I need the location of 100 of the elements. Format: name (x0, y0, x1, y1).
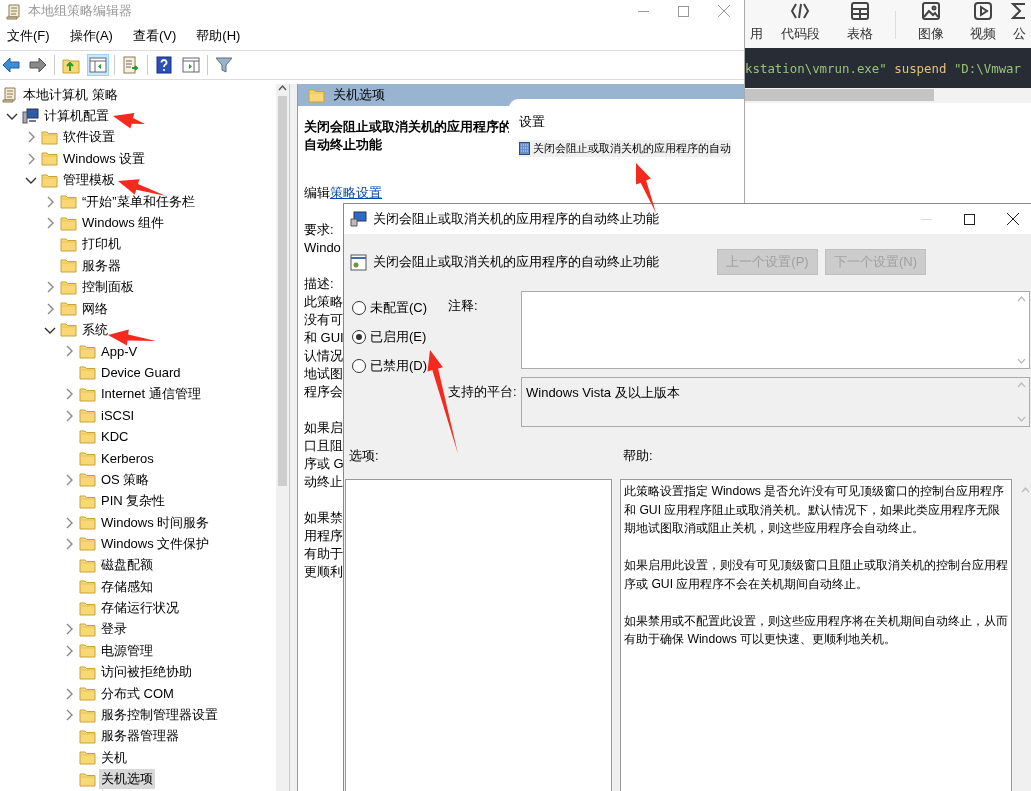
forward-arrow-icon[interactable] (29, 56, 47, 74)
tree-item[interactable]: Device Guard (99, 364, 183, 382)
toolbar-label[interactable]: 代码段 (780, 25, 820, 43)
scrollbar-thumb[interactable] (745, 89, 934, 101)
tree-item[interactable]: 关机 (99, 747, 129, 768)
tree-item[interactable]: “开始”菜单和任务栏 (80, 191, 197, 212)
toolbar-label[interactable]: 图像 (918, 25, 944, 43)
tree-item[interactable]: Windows 组件 (80, 213, 167, 234)
folder-icon (79, 643, 96, 659)
scrollbar[interactable] (276, 84, 289, 791)
tree-item[interactable]: 系统 (80, 320, 110, 340)
description-line: 更顺利 (304, 563, 343, 581)
platform-label: 支持的平台: (448, 383, 518, 401)
policy-settings-link[interactable]: 策略设置 (330, 185, 382, 200)
maximize-icon[interactable] (964, 213, 975, 225)
tree-item[interactable]: Windows 时间服务 (99, 512, 212, 533)
description-line: 此策略 (304, 293, 343, 311)
folder-icon (60, 322, 77, 338)
annotation-arrow (118, 179, 166, 196)
radio-label[interactable]: 已启用(E) (370, 328, 427, 346)
tree-item[interactable]: 本地计算机 策略 (21, 84, 120, 105)
folder-icon (79, 664, 96, 680)
tree-item[interactable]: 电源管理 (99, 640, 155, 661)
dialog-title: 关闭会阻止或取消关机的应用程序的自动终止功能 (373, 210, 660, 228)
folder-icon (41, 129, 58, 145)
folder-icon (60, 236, 77, 252)
tree-item[interactable]: 控制面板 (80, 277, 136, 298)
window-title: 本地组策略编辑器 (28, 2, 133, 20)
tree-item[interactable]: 关机选项 (99, 769, 155, 790)
computer-icon (22, 108, 39, 125)
folder-icon (79, 493, 96, 509)
tree-item[interactable]: Windows 设置 (61, 148, 148, 169)
folder-icon (79, 429, 96, 445)
tree-item[interactable]: 打印机 (80, 234, 123, 255)
requirements-label: 要求: (304, 221, 334, 239)
tree-item[interactable]: Windows 文件保护 (99, 533, 212, 554)
menu-item[interactable]: 操作(A) (64, 25, 118, 47)
tree-pane-icon[interactable] (89, 56, 107, 74)
description-line: 和 GUI (304, 329, 344, 347)
tree-item[interactable]: 管理模板 (61, 170, 117, 191)
tree-item[interactable]: 登录 (99, 619, 129, 640)
tree-item[interactable]: 软件设置 (61, 127, 117, 148)
toolbar-label[interactable]: 用 (749, 25, 763, 43)
radio-label[interactable]: 已禁用(D) (370, 357, 428, 375)
action-pane-icon[interactable] (182, 56, 200, 74)
radio-label[interactable]: 未配置(C) (370, 299, 428, 317)
tree-item[interactable]: App-V (99, 342, 140, 360)
folder-icon (79, 750, 96, 766)
tree-item[interactable]: 存储感知 (99, 576, 155, 597)
tree-item[interactable]: 服务器 (80, 255, 123, 276)
tree-item[interactable]: 访问被拒绝协助 (99, 662, 194, 683)
description-line: 用程序 (304, 527, 343, 545)
tree-item[interactable]: 计算机配置 (42, 106, 111, 127)
back-arrow-icon[interactable] (2, 56, 20, 74)
tree-item[interactable]: 磁盘配额 (99, 555, 155, 576)
settings-page-icon (350, 253, 367, 271)
description-label: 描述: (304, 275, 334, 293)
menu-item[interactable]: 文件(F) (2, 25, 55, 47)
toolbar-label[interactable]: 视频 (970, 25, 996, 43)
tree-item[interactable]: 网络 (80, 298, 110, 319)
export-list-icon[interactable] (122, 56, 140, 74)
annotation-arrow (113, 113, 145, 129)
tree-item[interactable]: 服务器管理器 (99, 726, 181, 747)
policy-heading: 关闭会阻止或取消关机的应用程序的自动终止功能 (373, 253, 660, 271)
toolbar-label[interactable]: 表格 (847, 25, 873, 43)
scroll-down-icon[interactable] (1017, 358, 1026, 364)
folder-icon (41, 151, 58, 167)
filter-icon[interactable] (215, 56, 233, 74)
tree-item[interactable]: KDC (99, 428, 131, 446)
help-icon[interactable] (155, 56, 173, 74)
image-icon (920, 0, 942, 22)
scroll-icon (6, 2, 22, 20)
folder-icon (60, 258, 77, 274)
radio-button[interactable] (352, 359, 366, 373)
toolbar-label[interactable]: 公 (1012, 25, 1026, 43)
menu-item[interactable]: 查看(V) (127, 25, 182, 47)
tree-item[interactable]: OS 策略 (99, 469, 152, 490)
folder-icon (79, 707, 96, 723)
tree-item[interactable]: 存储运行状况 (99, 598, 181, 619)
options-label: 选项: (349, 448, 379, 463)
folder-icon (79, 686, 96, 702)
radio-button[interactable] (352, 330, 366, 344)
tree-item[interactable]: Internet 通信管理 (99, 384, 203, 405)
comment-field[interactable] (521, 291, 1030, 369)
radio-button[interactable] (352, 301, 366, 315)
close-icon[interactable] (1007, 213, 1019, 225)
description-line: 动终止 (304, 473, 343, 491)
menu-item[interactable]: 帮助(H) (191, 25, 246, 47)
tree-item[interactable]: 分布式 COM (99, 683, 176, 704)
tree-item[interactable]: 服务控制管理器设置 (99, 705, 220, 725)
folder-icon (79, 557, 96, 573)
folder-icon (60, 279, 77, 295)
tree-item[interactable]: PIN 复杂性 (99, 491, 168, 512)
folder-icon (79, 621, 96, 637)
requirements-text: Windo (304, 239, 341, 257)
tree-item[interactable]: Kerberos (99, 449, 156, 467)
annotation-arrow (108, 329, 156, 346)
up-folder-icon[interactable] (62, 56, 80, 74)
tree-item[interactable]: iSCSI (99, 407, 137, 425)
scroll-up-icon[interactable] (278, 84, 287, 92)
